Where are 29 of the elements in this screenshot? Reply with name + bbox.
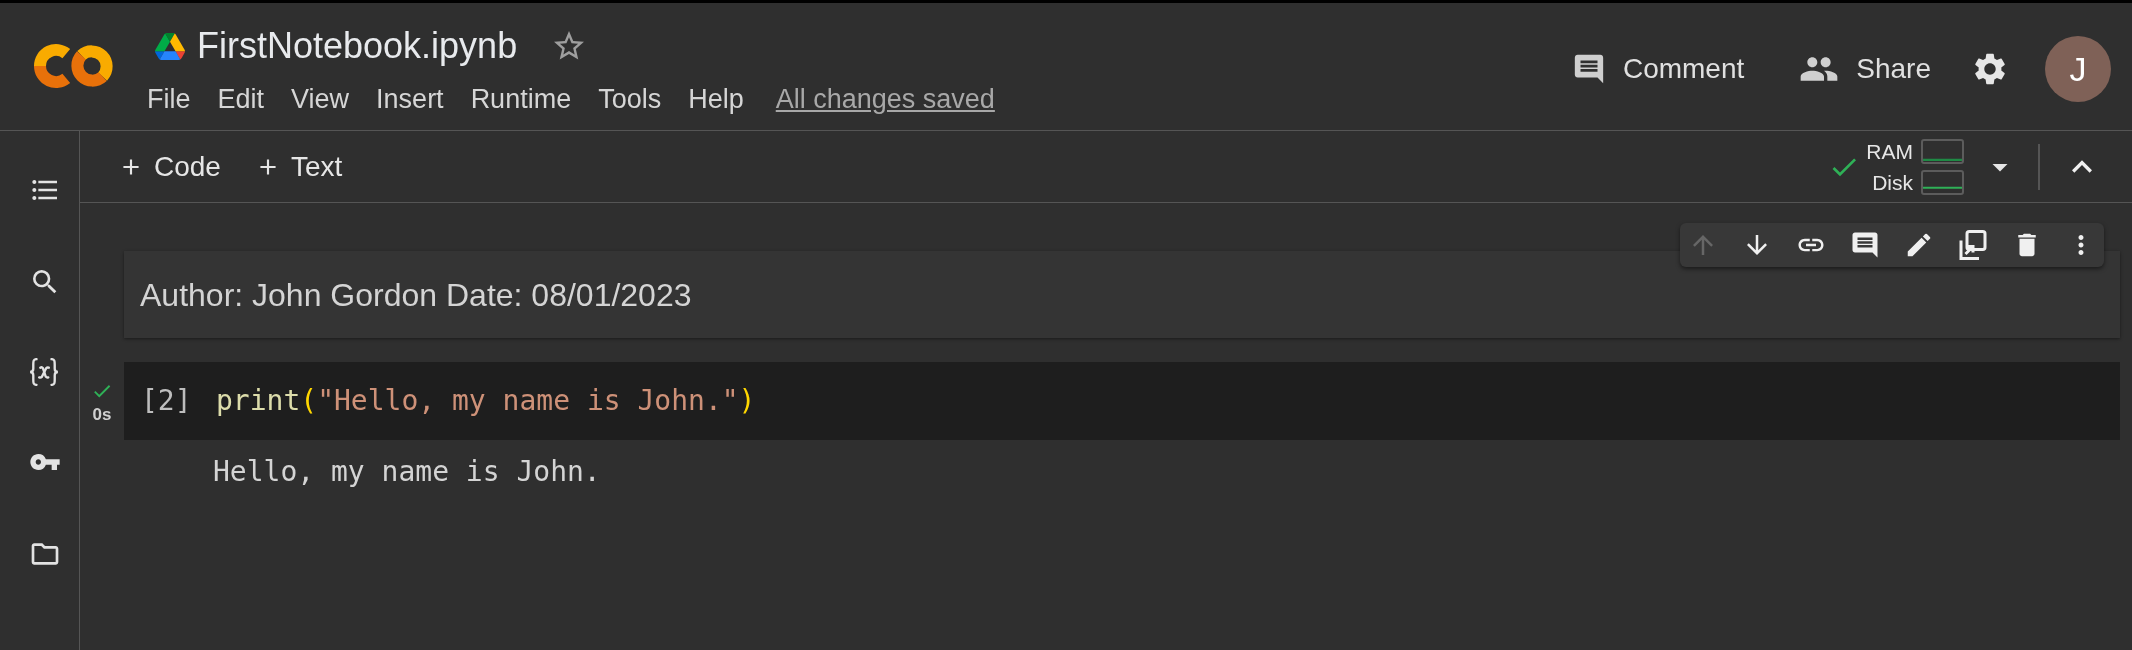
comment-icon[interactable] <box>1850 230 1880 260</box>
add-code-button[interactable]: Code <box>118 152 221 181</box>
add-text-button[interactable]: Text <box>254 152 343 181</box>
run-duration: 0s <box>92 405 112 423</box>
menu-item[interactable]: Tools <box>598 85 662 113</box>
cell-output: Hello, my name is John. <box>213 458 601 486</box>
account-avatar[interactable]: J <box>2045 36 2111 102</box>
menu-item[interactable]: Edit <box>217 85 265 113</box>
menu-item[interactable]: Insert <box>376 85 444 113</box>
share-button[interactable]: Share <box>1799 49 1931 89</box>
comment-button[interactable]: Comment <box>1571 52 1745 86</box>
code-cell[interactable]: [2] print("Hello, my name is John.") <box>124 362 2120 440</box>
resource-label: Disk <box>1872 171 1913 193</box>
save-status-link[interactable]: All changes saved <box>775 85 995 113</box>
execution-count: [2] <box>140 387 193 415</box>
usage-sparkline[interactable] <box>1921 169 1964 195</box>
usage-sparkline[interactable] <box>1921 138 1964 164</box>
variable-icon[interactable] <box>29 358 59 386</box>
cell-text: Author: John Gordon Date: 08/01/2023 <box>140 278 692 311</box>
notebook-title[interactable]: FirstNotebook.ipynb <box>197 28 518 64</box>
menu-item[interactable]: Help <box>688 85 744 113</box>
drive-triangle-icon <box>155 32 185 60</box>
window-arrow-icon[interactable] <box>1958 230 1988 260</box>
menu-item[interactable]: View <box>291 85 350 113</box>
code-line: print("Hello, my name is John.") <box>216 387 756 415</box>
text-cell[interactable]: Author: John Gordon Date: 08/01/2023 <box>124 251 2120 338</box>
menu-item[interactable]: File <box>147 85 191 113</box>
resource-label: RAM <box>1866 140 1913 162</box>
menu-item[interactable]: Runtime <box>470 85 572 113</box>
